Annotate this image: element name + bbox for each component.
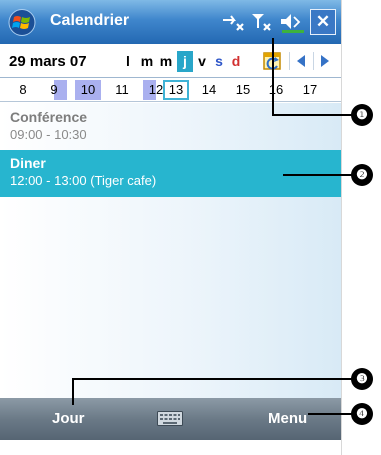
pocket-pc-screen: Calendrier ✕ 29 mars 07 l m m j v s d 8 … <box>0 0 342 455</box>
week-number[interactable]: 9 <box>41 80 67 100</box>
softkey-jour[interactable]: Jour <box>52 410 85 427</box>
volume-icon[interactable] <box>278 10 306 34</box>
callout-marker-2: ❷ <box>351 164 373 186</box>
triangle-right-icon[interactable] <box>319 54 331 68</box>
callout-line-3 <box>72 378 74 405</box>
appointment-title: Conférence <box>10 109 88 125</box>
week-number[interactable]: 16 <box>263 80 289 100</box>
weekday-thursday[interactable]: j <box>177 51 193 72</box>
callout-line-1 <box>272 38 274 115</box>
week-number-strip: 8 9 10 11 12 13 14 15 16 17 <box>0 78 341 102</box>
close-button[interactable]: ✕ <box>310 9 336 35</box>
week-number[interactable]: 10 <box>75 80 101 100</box>
windows-start-icon[interactable] <box>8 9 36 36</box>
close-icon: ✕ <box>315 12 331 31</box>
week-number[interactable]: 14 <box>196 80 222 100</box>
current-date[interactable]: 29 mars 07 <box>9 53 87 70</box>
signal-icon[interactable] <box>250 10 274 34</box>
week-number[interactable]: 11 <box>109 80 135 100</box>
appointment-item[interactable]: Conférence 09:00 - 10:30 <box>0 105 341 149</box>
title-bar: Calendrier ✕ <box>0 0 341 44</box>
callout-line-3 <box>72 378 355 380</box>
softkey-menu[interactable]: Menu <box>268 410 307 427</box>
callout-line-1 <box>272 114 354 116</box>
nav-separator <box>313 52 314 70</box>
keyboard-icon[interactable] <box>157 411 183 426</box>
weekday-wednesday[interactable]: m <box>158 51 174 72</box>
weekday-monday[interactable]: l <box>120 51 136 72</box>
callout-line-2 <box>283 174 355 176</box>
week-number[interactable]: 15 <box>230 80 256 100</box>
callout-marker-1: ❶ <box>351 104 373 126</box>
weekday-saturday[interactable]: s <box>211 51 227 72</box>
week-number[interactable]: 17 <box>297 80 323 100</box>
menu-bar: Jour Menu <box>0 398 341 440</box>
callout-line-4 <box>308 413 355 415</box>
screen-bottom <box>0 440 341 455</box>
week-number[interactable]: 8 <box>10 80 36 100</box>
callout-marker-4: ❹ <box>351 403 373 425</box>
weekday-friday[interactable]: v <box>194 51 210 72</box>
agenda-view[interactable]: Conférence 09:00 - 10:30 Diner 12:00 - 1… <box>0 103 341 398</box>
appointment-time: 09:00 - 10:30 <box>10 127 87 142</box>
callout-marker-3: ❸ <box>351 368 373 390</box>
weekday-tuesday[interactable]: m <box>139 51 155 72</box>
appointment-title: Diner <box>10 155 46 171</box>
weekday-sunday[interactable]: d <box>228 51 244 72</box>
app-title: Calendrier <box>50 12 130 29</box>
week-number-current[interactable]: 13 <box>163 80 189 100</box>
connectivity-icon[interactable] <box>220 10 246 34</box>
nav-separator <box>289 52 290 70</box>
triangle-left-icon[interactable] <box>295 54 307 68</box>
date-header: 29 mars 07 l m m j v s d <box>0 44 341 78</box>
